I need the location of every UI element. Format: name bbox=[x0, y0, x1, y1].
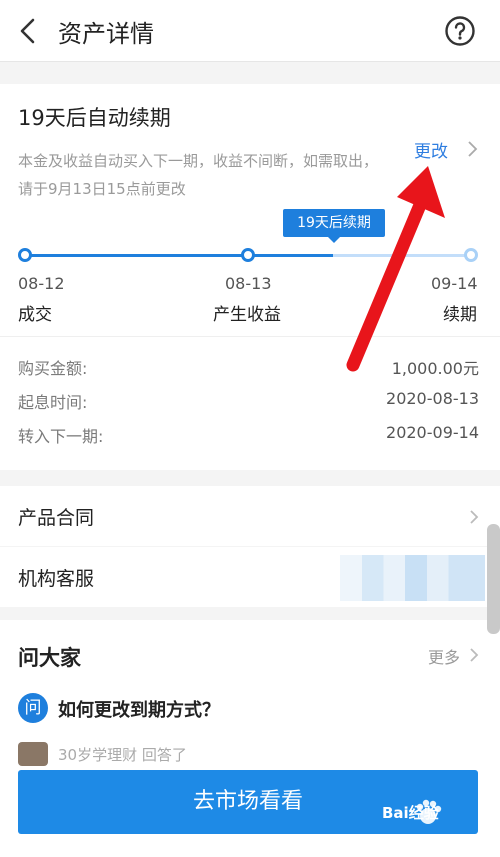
timeline-node-start bbox=[18, 248, 32, 262]
customer-service-row[interactable]: 机构客服 bbox=[0, 547, 500, 607]
timeline-date: 08-13 bbox=[225, 274, 272, 293]
renewal-title: 19天后自动续期 bbox=[18, 106, 171, 130]
back-chevron-icon[interactable] bbox=[14, 16, 44, 46]
row-label: 机构客服 bbox=[18, 568, 95, 590]
nav-bar: 资产详情 bbox=[0, 0, 500, 62]
row-label: 产品合同 bbox=[18, 507, 95, 529]
chevron-right-icon[interactable] bbox=[468, 647, 480, 663]
blurred-contact bbox=[340, 555, 485, 601]
purchase-info: 购买金额: 1,000.00元 起息时间: 2020-08-13 转入下一期: … bbox=[0, 336, 500, 470]
info-value: 1,000.00元 bbox=[391, 359, 479, 378]
timeline-node-end bbox=[464, 248, 478, 262]
timeline-progress bbox=[25, 254, 333, 257]
change-link[interactable]: 更改 bbox=[414, 137, 448, 162]
info-label: 购买金额: bbox=[18, 359, 88, 378]
section-title: 问大家 bbox=[18, 646, 81, 670]
info-label: 转入下一期: bbox=[18, 427, 104, 446]
chevron-right-icon bbox=[470, 510, 479, 524]
more-link[interactable]: 更多 bbox=[428, 644, 460, 668]
info-value: 2020-08-13 bbox=[386, 389, 479, 408]
badge-pointer bbox=[328, 237, 340, 243]
product-contract-row[interactable]: 产品合同 bbox=[0, 486, 500, 546]
avatar bbox=[18, 742, 48, 766]
renewal-card: 19天后自动续期 本金及收益自动买入下一期，收益不间断，如需取出，请于9月13日… bbox=[0, 84, 500, 336]
timeline-date: 09-14 bbox=[431, 274, 478, 293]
question-text[interactable]: 如何更改到期方式？ bbox=[58, 696, 220, 722]
renewal-badge: 19天后续期 bbox=[283, 209, 385, 237]
question-icon: 问 bbox=[18, 693, 48, 723]
timeline-label: 续期 bbox=[443, 305, 477, 325]
renewal-description: 本金及收益自动买入下一期，收益不间断，如需取出，请于9月13日15点前更改 bbox=[18, 152, 379, 198]
scrollbar[interactable] bbox=[487, 524, 500, 634]
info-value: 2020-09-14 bbox=[386, 423, 479, 442]
timeline-label: 成交 bbox=[18, 305, 52, 325]
chevron-right-icon[interactable] bbox=[465, 140, 479, 158]
watermark-text: Bai经验 bbox=[382, 804, 439, 822]
answer-preview: 30岁学理财 回答了 bbox=[58, 746, 187, 764]
timeline-remaining bbox=[333, 254, 471, 257]
page-title: 资产详情 bbox=[58, 20, 154, 48]
timeline-date: 08-12 bbox=[18, 274, 65, 293]
timeline-node-middle bbox=[241, 248, 255, 262]
timeline-label: 产生收益 bbox=[213, 305, 281, 325]
info-label: 起息时间: bbox=[18, 393, 88, 412]
question-circle-icon[interactable] bbox=[444, 15, 476, 47]
